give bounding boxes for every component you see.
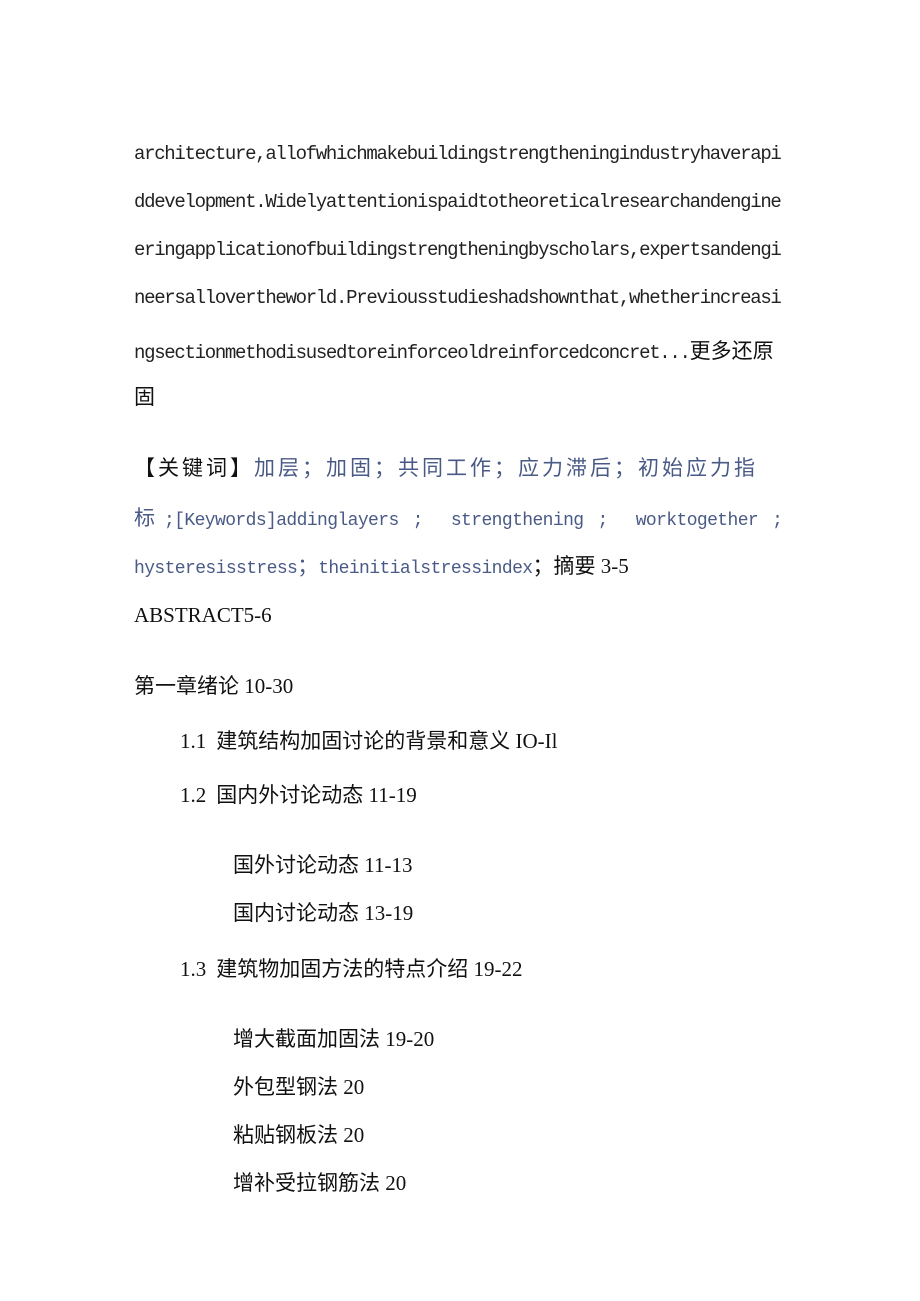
- keyword-separator: ;: [772, 511, 783, 531]
- toc-number: 1.2: [180, 783, 207, 807]
- keyword-item: worktogether: [635, 511, 759, 531]
- toc-abstract-cn[interactable]: 摘要 3-5: [553, 554, 628, 578]
- keywords-line-1: 【关键词】加层；加固；共同工作；应力滞后；初始应力指: [134, 452, 758, 482]
- toc-entry-foreign-research[interactable]: 国外讨论动态 11-13: [233, 849, 412, 879]
- toc-entry-added-tension-rebar[interactable]: 增补受拉钢筋法 20: [233, 1167, 406, 1197]
- toc-entry-1-1[interactable]: 1.1 建筑结构加固讨论的背景和意义 IO-Il: [180, 725, 557, 755]
- abstract-line: neersallovertheworld.Previousstudieshads…: [134, 287, 782, 309]
- keyword-separator: ；: [297, 554, 319, 578]
- toc-number: 1.3: [180, 957, 207, 981]
- keyword-item: hysteresisstress: [134, 559, 298, 579]
- abstract-line: ddevelopment.Widelyattentionispaidtotheo…: [134, 191, 782, 213]
- toc-entry-1-2[interactable]: 1.2 国内外讨论动态 11-19: [180, 779, 417, 809]
- abstract-line-text: ngsectionmethodisusedtoreinforceoldreinf…: [134, 342, 691, 364]
- toc-entry-chapter-1[interactable]: 第一章绪论 10-30: [134, 670, 293, 700]
- toc-entry-abstract[interactable]: ABSTRACT5-6: [134, 603, 272, 628]
- keywords-line-3: hysteresisstress；theinitialstressindex；摘…: [134, 550, 629, 580]
- keywords-label: 【关键词】: [134, 456, 254, 480]
- keywords-cn-cont: 标: [134, 506, 158, 530]
- keyword-item: strengthening: [450, 511, 584, 531]
- toc-entry-1-3[interactable]: 1.3 建筑物加固方法的特点介绍 19-22: [180, 953, 523, 983]
- abstract-line: eringapplicationofbuildingstrengtheningb…: [134, 239, 782, 261]
- keywords-line-2: 标 ;[Keywords]addinglayers ; strengthenin…: [134, 502, 783, 532]
- toc-entry-encased-steel[interactable]: 外包型钢法 20: [233, 1071, 364, 1101]
- toc-number: 1.1: [180, 729, 207, 753]
- toc-entry-bonded-steel-plate[interactable]: 粘贴钢板法 20: [233, 1119, 364, 1149]
- keyword-item: theinitialstressindex: [318, 559, 533, 579]
- toc-title: 国内外讨论动态 11-19: [216, 783, 417, 807]
- toc-title: 建筑物加固方法的特点介绍 19-22: [216, 957, 523, 981]
- keyword-separator: ;: [412, 511, 424, 531]
- keyword-separator: ;: [597, 511, 608, 531]
- toc-entry-domestic-research[interactable]: 国内讨论动态 13-19: [233, 897, 413, 927]
- toc-entry-enlarged-section[interactable]: 增大截面加固法 19-20: [233, 1023, 434, 1053]
- keywords-cn: 加层；加固；共同工作；应力滞后；初始应力指: [254, 456, 758, 480]
- keywords-en-label: ;[Keywords]: [164, 511, 277, 531]
- abstract-trailing-char: 固: [134, 385, 155, 409]
- more-restore-link[interactable]: 更多还原: [690, 339, 774, 363]
- keyword-item: addinglayers: [276, 511, 399, 531]
- keyword-separator: ；: [532, 554, 554, 578]
- abstract-line-last: ngsectionmethodisusedtoreinforceoldreinf…: [134, 335, 774, 365]
- abstract-line: architecture,allofwhichmakebuildingstren…: [134, 143, 782, 165]
- toc-title: 建筑结构加固讨论的背景和意义 IO-Il: [216, 729, 558, 753]
